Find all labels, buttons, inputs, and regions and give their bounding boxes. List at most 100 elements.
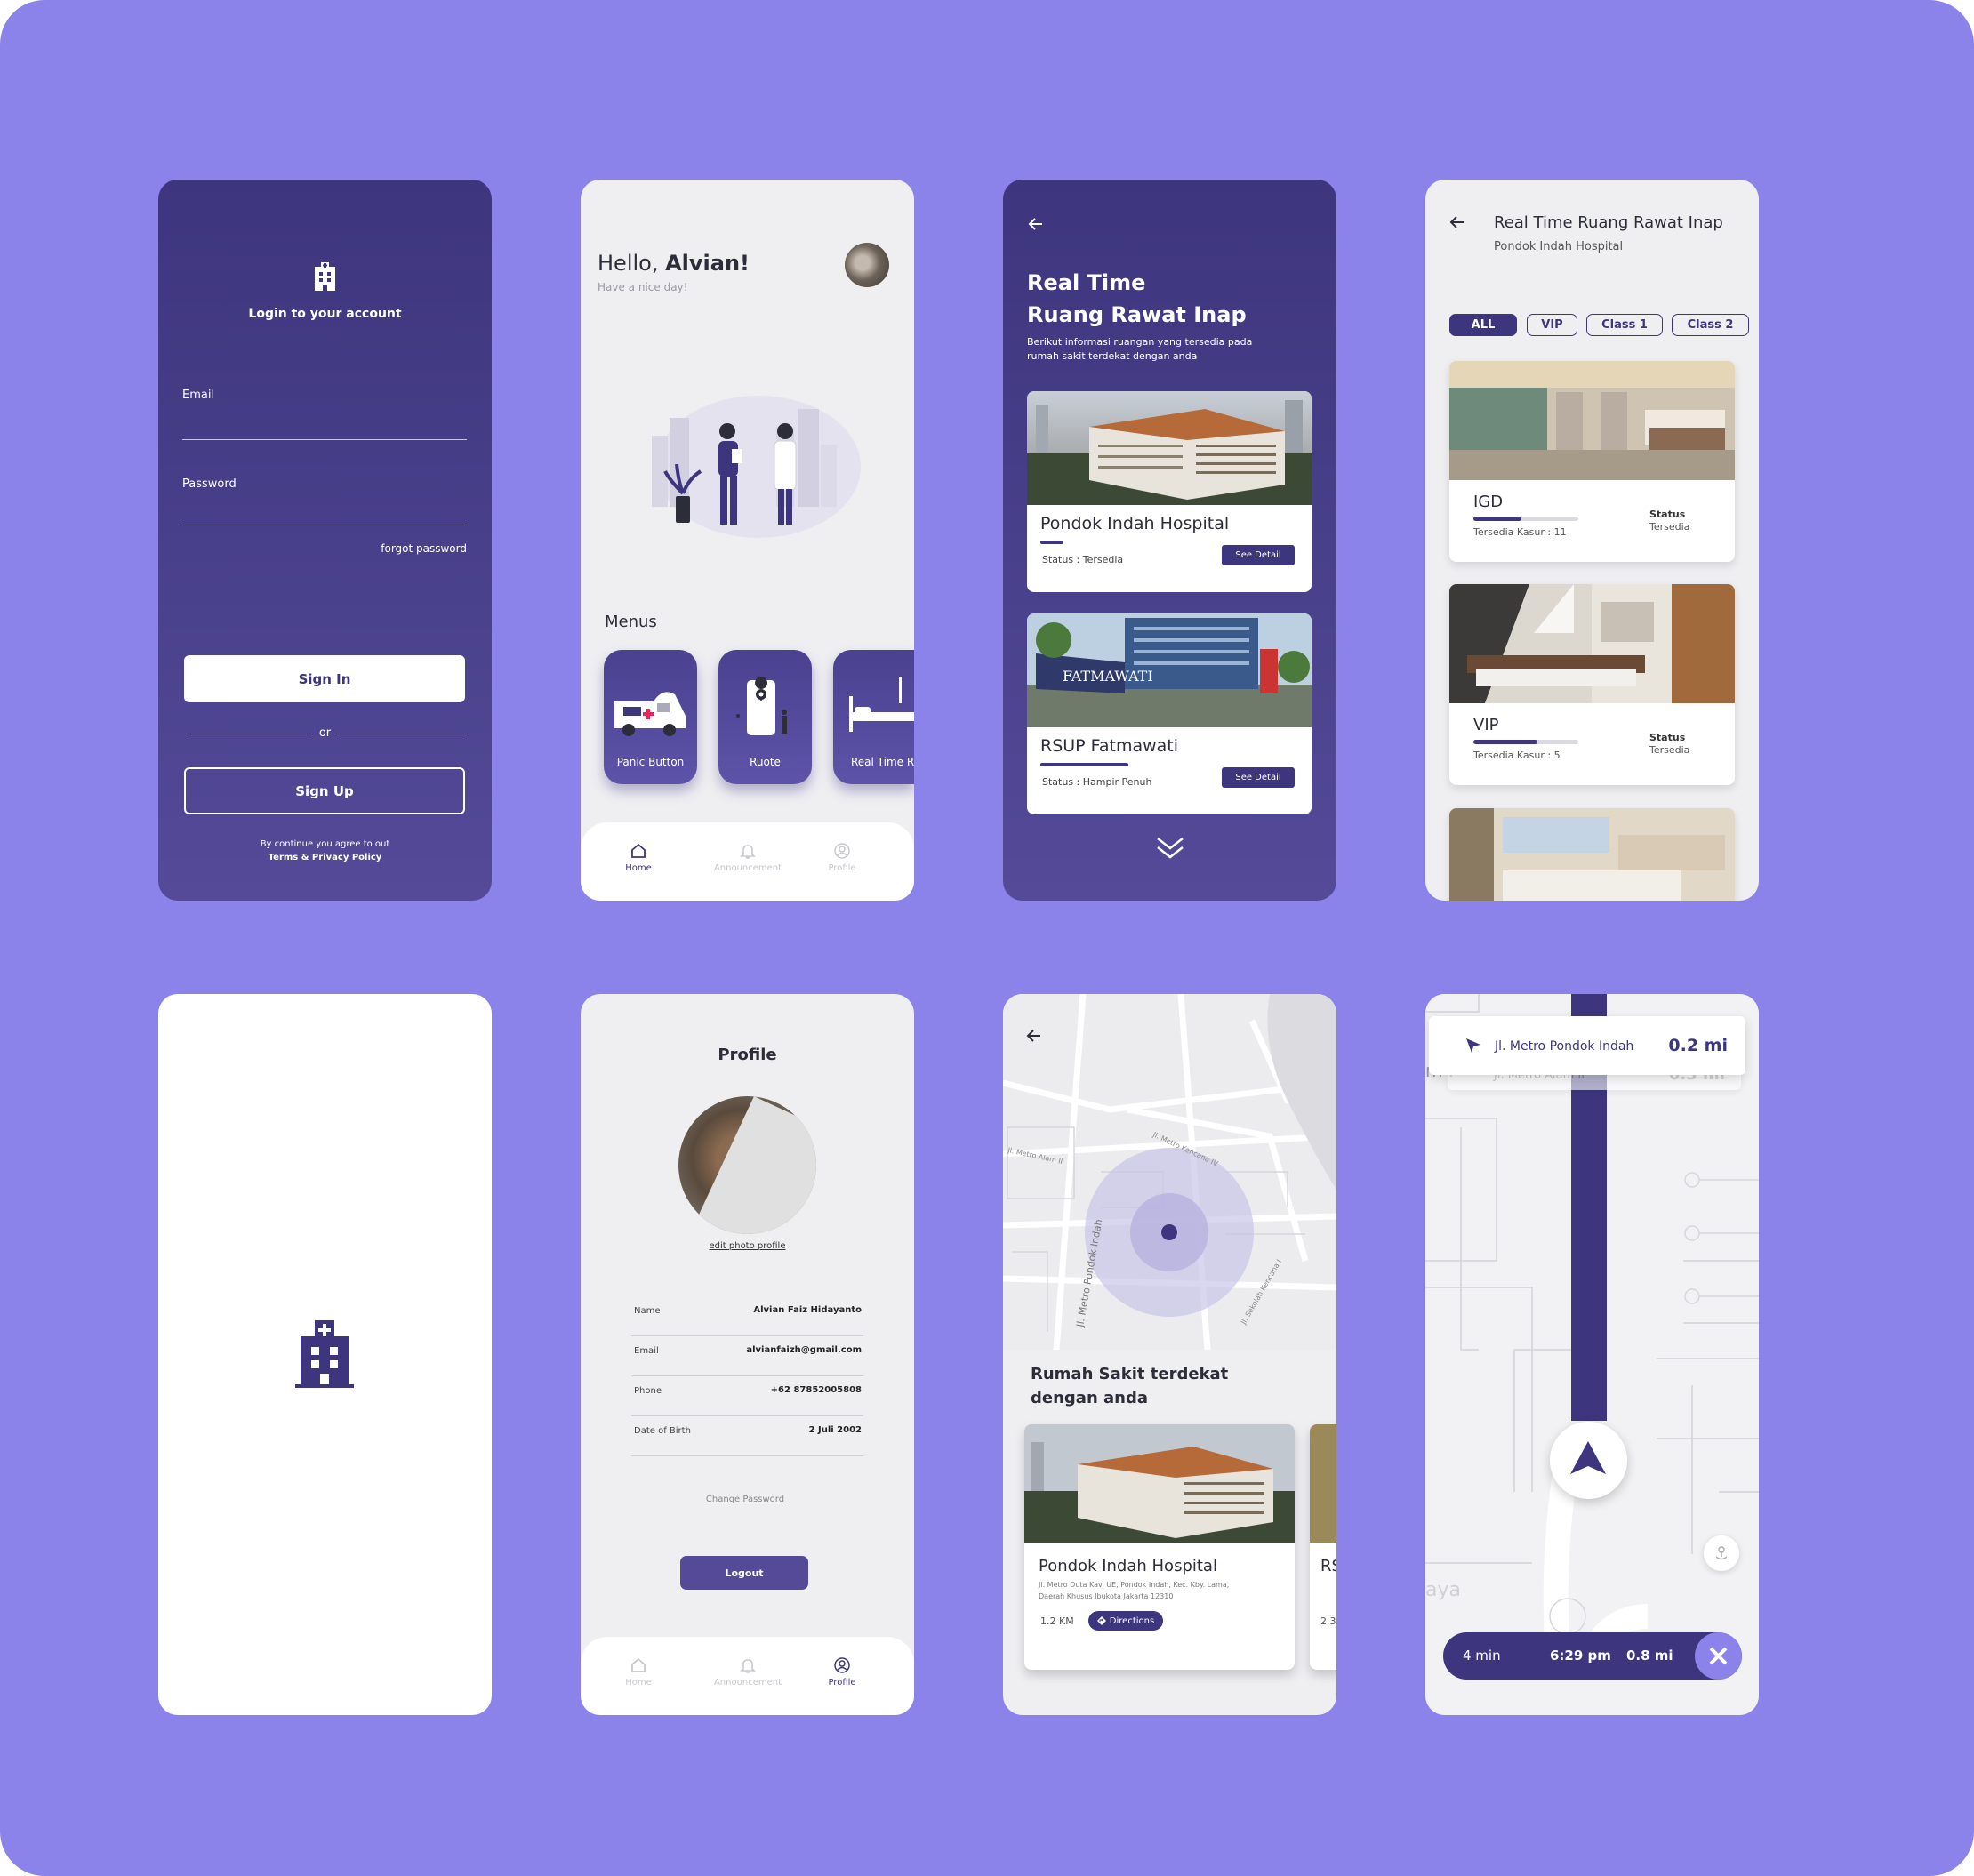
filter-all[interactable]: ALL [1449, 314, 1517, 336]
recenter-button[interactable] [1704, 1535, 1739, 1571]
map-pin-icon [736, 677, 787, 735]
hospital-name: RSUP Fatmawati [1040, 736, 1179, 756]
turn-arrow-icon [1466, 1038, 1480, 1053]
sign-up-button[interactable]: Sign Up [184, 767, 465, 814]
directions-label: Directions [1109, 1615, 1155, 1626]
occupancy-bar [1040, 541, 1063, 544]
hospital-status: Status : Tersedia [1042, 554, 1124, 565]
filter-class-2[interactable]: Class 2 [1672, 314, 1749, 336]
profile-row-email: Email alvianfaizh@gmail.com [631, 1336, 863, 1376]
nav-label: Profile [828, 863, 856, 873]
room-card[interactable]: VIP Tersedia Kasur : 5 Status Tersedia [1449, 584, 1735, 785]
nav-home[interactable]: Home [598, 1656, 678, 1688]
back-arrow-icon[interactable] [1448, 213, 1466, 231]
nearby-heading-line2: dengan anda [1031, 1389, 1149, 1407]
page-title-line2: Ruang Rawat Inap [1027, 302, 1247, 327]
nav-home[interactable]: Home [598, 842, 678, 873]
bell-icon [740, 1659, 756, 1673]
availability-track [1473, 740, 1578, 744]
user-icon [834, 843, 850, 859]
avatar[interactable] [845, 243, 889, 287]
current-turn-card[interactable]: Jl. Metro Pondok Indah 0.2 mi [1429, 1016, 1745, 1075]
password-field[interactable] [182, 491, 467, 525]
hospital-status: Status : Hampir Penuh [1042, 776, 1152, 788]
canvas-background: Login to your account Email Password for… [0, 0, 1974, 1876]
menu-real-time[interactable]: Real Time R [833, 650, 914, 784]
menu-panic-button[interactable]: Panic Button [604, 650, 697, 784]
hospital-name: RS [1320, 1557, 1336, 1575]
nav-announcement[interactable]: Announcement [708, 1656, 788, 1688]
menu-ruote[interactable]: Ruote [718, 650, 812, 784]
nearby-hospital-card[interactable]: Pondok Indah Hospital Jl. Metro Duta Kav… [1024, 1424, 1295, 1670]
bottom-nav: Home Announcement Profile [581, 822, 914, 901]
hospital-icon [295, 1320, 354, 1388]
change-password-link[interactable]: Change Password [581, 1495, 910, 1504]
see-detail-button[interactable]: See Detail [1222, 545, 1295, 565]
current-distance: 0.2 mi [1668, 1036, 1728, 1055]
nav-profile[interactable]: Profile [802, 1656, 882, 1688]
hospital-card[interactable]: Pondok Indah Hospital Status : Tersedia … [1027, 391, 1312, 592]
back-arrow-icon[interactable] [1025, 1027, 1043, 1045]
login-title: Login to your account [248, 307, 402, 321]
nearby-hospital-card-partial[interactable]: RS 2.3 [1310, 1424, 1336, 1670]
realtime-list-screen: Real Time Ruang Rawat Inap Berikut infor… [1003, 180, 1336, 901]
see-detail-button[interactable]: See Detail [1222, 767, 1295, 788]
email-label: Email [182, 389, 215, 402]
hospital-photo: FATMAWATI [1027, 613, 1312, 727]
hospital-name: Pondok Indah Hospital [1039, 1557, 1217, 1575]
back-arrow-icon[interactable] [1027, 215, 1045, 233]
profile-photo[interactable] [678, 1096, 816, 1234]
hospital-photo [1310, 1424, 1336, 1543]
greeting-text: Hello, [598, 251, 666, 276]
hospital-card[interactable]: FATMAWATI RSUP Fatmawati Status : Hampir… [1027, 613, 1312, 814]
bottom-nav: Home Announcement Profile [581, 1637, 914, 1715]
ambulance-icon [614, 692, 686, 736]
page-desc-line2: rumah sakit terdekat dengan anda [1027, 350, 1198, 362]
terms-link[interactable]: Terms & Privacy Policy [158, 853, 492, 862]
nav-profile[interactable]: Profile [802, 842, 882, 873]
nearby-heading-line1: Rumah Sakit terdekat [1031, 1365, 1229, 1383]
map-view[interactable]: Jl. Metro Alam II Jl. Metro Kencana IV J… [1003, 994, 1336, 1350]
terms-text: By continue you agree to out [260, 839, 390, 849]
page-subtitle: Pondok Indah Hospital [1494, 240, 1624, 253]
close-navigation-button[interactable] [1695, 1632, 1742, 1680]
row-value: Alvian Faiz Hidayanto [753, 1305, 862, 1315]
directions-button[interactable]: Directions [1088, 1611, 1163, 1631]
logout-button[interactable]: Logout [680, 1556, 808, 1590]
password-label: Password [182, 477, 237, 491]
status-value: Tersedia [1649, 744, 1690, 756]
menu-label: Real Time R [851, 756, 914, 768]
sign-in-button[interactable]: Sign In [184, 655, 465, 702]
filter-vip[interactable]: VIP [1527, 314, 1577, 336]
navigation-map[interactable] [1425, 994, 1759, 1715]
row-label: Email [634, 1346, 659, 1356]
hospital-distance: 1.2 KM [1040, 1615, 1074, 1627]
greeting: Hello, Alvian! [598, 251, 750, 276]
room-card-partial[interactable] [1449, 808, 1735, 901]
edit-photo-link[interactable]: edit photo profile [581, 1241, 914, 1251]
status-value: Tersedia [1649, 521, 1690, 533]
filter-class-1[interactable]: Class 1 [1586, 314, 1663, 336]
profile-row-name: Name Alvian Faiz Hidayanto [631, 1296, 863, 1336]
home-icon [631, 843, 646, 858]
email-underline [182, 439, 467, 440]
room-name: VIP [1473, 716, 1499, 734]
forgot-password-link[interactable]: forgot password [381, 542, 467, 555]
occupancy-bar [1040, 763, 1128, 766]
nav-announcement[interactable]: Announcement [708, 842, 788, 873]
splash-screen [158, 994, 492, 1715]
row-value: 2 Juli 2002 [808, 1425, 862, 1435]
room-photo [1449, 808, 1735, 901]
status-label: Status [1649, 509, 1686, 520]
availability-bar [1473, 740, 1537, 744]
photo-highlight [690, 1096, 816, 1234]
email-field[interactable] [182, 402, 467, 439]
position-marker [1550, 1422, 1627, 1499]
row-value: +62 87852005808 [770, 1385, 862, 1395]
scroll-down-chevron-icon[interactable] [1155, 836, 1185, 861]
page-title: Real Time Ruang Rawat Inap [1494, 213, 1723, 232]
hospital-distance: 2.3 [1320, 1615, 1336, 1627]
room-card[interactable]: IGD Tersedia Kasur : 11 Status Tersedia [1449, 361, 1735, 562]
nav-label: Announcement [713, 863, 782, 873]
menu-label: Ruote [750, 756, 781, 768]
